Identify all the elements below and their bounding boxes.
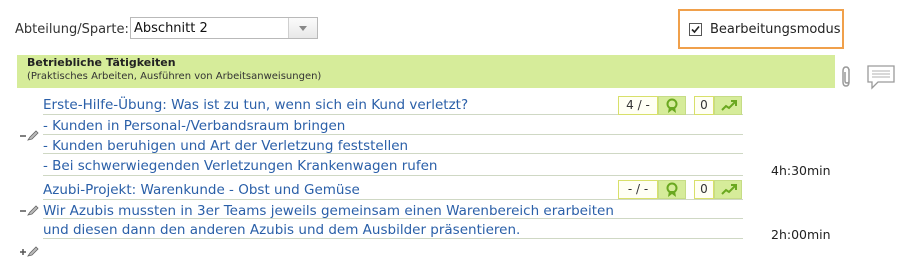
rating-button[interactable] (658, 96, 686, 115)
divider (43, 199, 743, 200)
section-subtitle: (Praktisches Arbeiten, Ausführen von Arb… (27, 71, 322, 82)
checkmark-icon (691, 25, 700, 34)
minus-edit-icon[interactable] (19, 126, 39, 141)
progress-button[interactable] (714, 96, 742, 115)
award-icon (666, 182, 678, 197)
count-badge[interactable]: 0 (694, 96, 714, 115)
trend-up-icon (721, 100, 737, 111)
entry-line[interactable]: - Kunden in Personal-/Verbandsraum bring… (43, 118, 345, 134)
entry-title-link[interactable]: Azubi-Projekt: Warenkunde - Obst und Gem… (43, 182, 360, 198)
trend-up-icon (721, 184, 737, 195)
divider (43, 153, 743, 154)
rating-button[interactable] (658, 180, 686, 199)
entry-title-link[interactable]: Erste-Hilfe-Übung: Was ist zu tun, wenn … (43, 97, 468, 113)
duration-label: 4h:30min (771, 163, 831, 178)
entry-line[interactable]: - Kunden beruhigen und Art der Verletzun… (43, 138, 408, 154)
divider (43, 238, 743, 239)
add-entry-icon[interactable] (19, 242, 39, 257)
chevron-down-icon (299, 26, 307, 31)
duration-label: 2h:00min (771, 227, 831, 242)
rating-badge[interactable]: - / - (618, 180, 658, 199)
comment-icon[interactable] (866, 64, 896, 90)
count-badge[interactable]: 0 (694, 180, 714, 199)
progress-button[interactable] (714, 180, 742, 199)
entry-line[interactable]: und diesen dann den anderen Azubis und d… (43, 222, 520, 238)
edit-mode-label: Bearbeitungsmodus (710, 22, 841, 37)
divider (43, 218, 743, 219)
department-select-value: Abschnitt 2 (134, 21, 208, 36)
edit-mode-toggle[interactable]: Bearbeitungsmodus (678, 9, 844, 49)
award-icon (666, 98, 678, 113)
minus-edit-icon[interactable] (19, 201, 39, 216)
rating-badge[interactable]: 4 / - (618, 96, 658, 115)
entry-line[interactable]: - Bei schwerwiegenden Verletzungen Krank… (43, 158, 437, 174)
entry-line[interactable]: Wir Azubis mussten in 3er Teams jeweils … (43, 203, 614, 219)
divider (43, 134, 743, 135)
section-title: Betriebliche Tätigkeiten (27, 56, 176, 69)
divider (43, 175, 743, 176)
department-select-dropdown-button[interactable] (288, 18, 317, 38)
department-select[interactable]: Abschnitt 2 (130, 17, 318, 39)
paperclip-icon[interactable] (840, 64, 854, 90)
edit-mode-checkbox[interactable] (689, 23, 702, 36)
department-label: Abteilung/Sparte: (15, 22, 129, 37)
